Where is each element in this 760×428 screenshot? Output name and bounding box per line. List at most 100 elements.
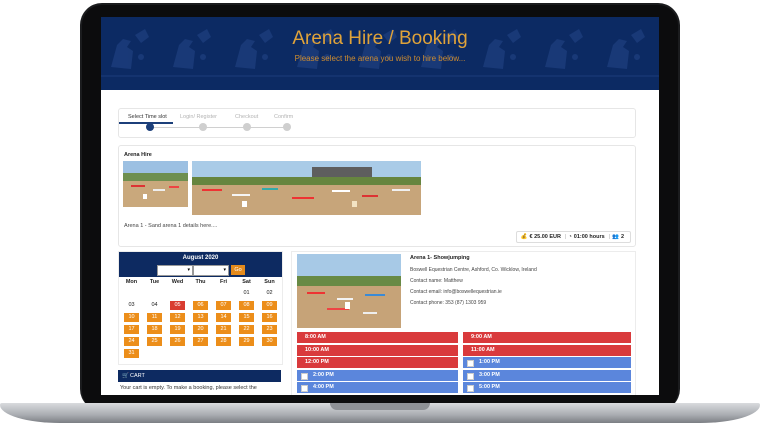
calendar-day[interactable]: 26 <box>170 337 185 346</box>
step-select-time-slot[interactable]: Select Time slot <box>128 114 167 120</box>
booking-calendar: August 2020 ▾ ▾ Go Mon Tue Wed Thu Fri Sat Sun… <box>118 251 283 365</box>
arena-address: Boswell Equestrian Centre, Ashford, Co. … <box>410 267 537 273</box>
time-slot-label: 7:00 PM <box>479 395 500 396</box>
price-bar: 💰 € 25.00 EUR | ◔ 01:00 hours | 👥 2 <box>515 231 631 243</box>
calendar-day[interactable]: 18 <box>147 325 162 334</box>
calendar-day[interactable]: 12 <box>170 313 185 322</box>
time-slot: 12:00 PM <box>297 357 458 368</box>
calendar-day[interactable]: 06 <box>193 301 208 310</box>
calendar-day[interactable]: 29 <box>239 337 254 346</box>
calendar-day[interactable]: 05 <box>170 301 185 310</box>
arena-price: € 25.00 EUR <box>529 234 562 240</box>
time-slot-checkbox[interactable] <box>301 372 308 380</box>
weekday-wed: Wed <box>171 279 184 285</box>
contact-email: Contact email: info@boswellequestrian.ie <box>410 289 502 295</box>
step-line <box>150 127 286 128</box>
contact-phone: Contact phone: 353 (87) 1303 959 <box>410 300 487 306</box>
chevron-down-icon: ▾ <box>223 267 226 273</box>
people-icon: 👥 <box>612 234 619 240</box>
weekday-mon: Mon <box>125 279 138 285</box>
time-slot[interactable]: 4:00 PM <box>297 382 458 393</box>
calendar-day[interactable]: 20 <box>193 325 208 334</box>
header-banner: Arena Hire / Booking Please select the a… <box>101 17 659 90</box>
active-step-underline <box>119 122 173 124</box>
time-slot: 10:00 AM <box>297 344 458 356</box>
arena-card-title: Arena Hire <box>124 152 152 158</box>
calendar-day[interactable]: 27 <box>193 337 208 346</box>
calendar-day[interactable]: 11 <box>147 313 162 322</box>
time-slot-label: 12:00 PM <box>305 359 329 365</box>
page-subtitle: Please select the arena you wish to hire… <box>294 54 466 63</box>
chevron-down-icon: ▾ <box>187 267 190 273</box>
year-select[interactable]: ▾ <box>193 265 229 276</box>
time-slot[interactable]: 6:00 PM <box>297 394 458 395</box>
contact-name: Contact name: Matthew <box>410 278 463 284</box>
calendar-day[interactable]: 22 <box>239 325 254 334</box>
calendar-day[interactable]: 10 <box>124 313 139 322</box>
calendar-header: August 2020 ▾ ▾ Go <box>119 252 282 277</box>
weekday-thu: Thu <box>195 279 206 285</box>
calendar-day[interactable]: 31 <box>124 349 139 358</box>
time-slot-label: 1:00 PM <box>479 359 500 365</box>
step-login-register[interactable]: Login/ Register <box>180 114 217 120</box>
month-select[interactable]: ▾ <box>157 265 193 276</box>
calendar-day[interactable]: 24 <box>124 337 139 346</box>
time-slot-checkbox[interactable] <box>467 360 474 367</box>
arena-photo-small[interactable] <box>123 161 188 207</box>
arena-duration: 01:00 hours <box>573 234 605 240</box>
time-slot[interactable]: 5:00 PM <box>463 382 631 393</box>
time-slot[interactable]: 1:00 PM <box>463 357 631 368</box>
step-confirm[interactable]: Confirm <box>274 114 293 120</box>
arena-photo-large[interactable] <box>192 161 421 215</box>
arena-description: Arena 1 - Sand arena 1 details here.... <box>124 223 218 229</box>
calendar-day[interactable]: 09 <box>262 301 277 310</box>
calendar-day: 03 <box>128 302 135 308</box>
calendar-day[interactable]: 15 <box>239 313 254 322</box>
time-slot: 11:00 AM <box>463 344 631 356</box>
calendar-day[interactable]: 13 <box>193 313 208 322</box>
arena-card[interactable]: Arena Hire Arena 1 - Sand arena 1 detail… <box>118 145 636 247</box>
calendar-go-button[interactable]: Go <box>231 265 245 275</box>
clock-icon: ◔ <box>568 234 572 240</box>
page-title: Arena Hire / Booking <box>292 28 468 49</box>
time-slot[interactable]: 3:00 PM <box>463 369 631 381</box>
step-dot-4 <box>283 123 291 131</box>
time-slot-label: 2:00 PM <box>313 371 334 378</box>
time-slot-label: 10:00 AM <box>305 346 329 353</box>
calendar-month: August 2020 <box>182 255 219 261</box>
time-slot-label: 11:00 AM <box>471 346 495 353</box>
calendar-day[interactable]: 17 <box>124 325 139 334</box>
calendar-day[interactable]: 19 <box>170 325 185 334</box>
calendar-day[interactable]: 08 <box>239 301 254 310</box>
weekday-fri: Fri <box>219 279 228 285</box>
time-slot: 8:00 AM <box>297 332 458 343</box>
time-slot-checkbox[interactable] <box>301 385 308 392</box>
calendar-day[interactable]: 25 <box>147 337 162 346</box>
calendar-day[interactable]: 07 <box>216 301 231 310</box>
calendar-day[interactable]: 21 <box>216 325 231 334</box>
calendar-day[interactable]: 28 <box>216 337 231 346</box>
weekday-sat: Sat <box>242 279 251 285</box>
time-slot-label: 8:00 AM <box>305 334 326 340</box>
money-icon: 💰 <box>520 234 528 240</box>
step-dot-2 <box>199 123 207 131</box>
calendar-day[interactable]: 30 <box>262 337 277 346</box>
screen: Arena Hire / Booking Please select the a… <box>101 17 659 395</box>
time-slot-checkbox[interactable] <box>467 372 474 380</box>
cart-icon: 🛒 <box>122 373 129 379</box>
time-slot-checkbox[interactable] <box>467 385 474 392</box>
calendar-day[interactable]: 14 <box>216 313 231 322</box>
booking-steps: Select Time slot Login/ Register Checkou… <box>118 108 636 138</box>
calendar-day: 02 <box>266 290 273 296</box>
step-dot-1 <box>146 123 154 131</box>
step-dot-3 <box>243 123 251 131</box>
laptop-notch <box>330 403 430 410</box>
time-slot: 9:00 AM <box>463 332 631 343</box>
calendar-day[interactable]: 16 <box>262 313 277 322</box>
time-slot[interactable]: 2:00 PM <box>297 369 458 381</box>
arena-detail-card: Arena 1- Showjumping Boswell Equestrian … <box>291 251 636 395</box>
cart-title: CART <box>130 373 145 379</box>
step-checkout[interactable]: Checkout <box>235 114 258 120</box>
time-slot[interactable]: 7:00 PM <box>463 394 631 396</box>
calendar-day[interactable]: 23 <box>262 325 277 334</box>
